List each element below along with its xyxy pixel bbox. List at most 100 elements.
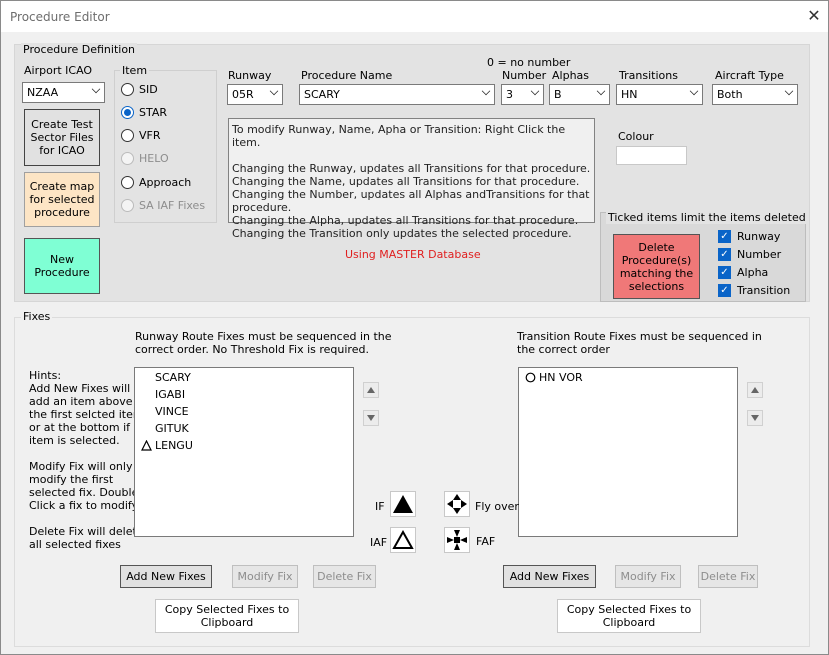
runway-copy-fixes-button[interactable]: Copy Selected Fixes to Clipboard xyxy=(155,599,299,633)
fix-list-item[interactable]: GITUK xyxy=(141,422,189,435)
runway-move-up-button[interactable] xyxy=(363,382,379,398)
item-radio-sid[interactable]: SID xyxy=(121,83,158,96)
hint-line: item is selected. xyxy=(29,434,120,447)
fix-name: LENGU xyxy=(155,439,193,452)
runway-combo[interactable]: 05R xyxy=(227,84,283,105)
item-radio-sa-iaf-fixes[interactable]: SA IAF Fixes xyxy=(121,199,205,212)
chevron-down-icon xyxy=(596,86,606,96)
hint-line: modify the first xyxy=(29,473,114,486)
new-procedure-button[interactable]: New Procedure xyxy=(24,238,100,294)
legend-iaf-label: IAF xyxy=(370,536,388,549)
fixes-group-title: Fixes xyxy=(21,310,53,323)
checkbox-checked-icon: ✓ xyxy=(718,248,731,261)
hints-text: Hints: Add New Fixes will add an item abov… xyxy=(29,369,147,551)
delete-procedure-button[interactable]: Delete Procedure(s) matching the selecti… xyxy=(613,234,700,299)
radio-dot-icon xyxy=(121,199,134,212)
delete-check-number[interactable]: ✓ Number xyxy=(718,248,781,261)
radio-dot-icon xyxy=(121,83,134,96)
window-body: Procedure Definition Airport ICAO NZAA C… xyxy=(0,32,829,655)
aircraft-type-combo[interactable]: Both xyxy=(712,84,798,105)
hint-line: Click a fix to modify. xyxy=(29,499,141,512)
number-label: Number xyxy=(502,69,547,82)
hint-line: Modify Fix will only xyxy=(29,460,133,473)
airport-value: NZAA xyxy=(27,86,59,99)
hint-line: Delete Fix will delete xyxy=(29,525,144,538)
airport-combo[interactable]: NZAA xyxy=(22,82,105,103)
arrow-up-icon xyxy=(751,387,759,393)
hint-line xyxy=(29,447,147,460)
transition-copy-fixes-button[interactable]: Copy Selected Fixes to Clipboard xyxy=(557,599,701,633)
aircraft-type-value: Both xyxy=(717,88,743,101)
fix-list-item[interactable]: SCARY xyxy=(141,371,191,384)
fix-name: GITUK xyxy=(155,422,189,435)
iaf-triangle-icon xyxy=(141,439,154,452)
runway-fixes-header-2: correct order. No Threshold Fix is requi… xyxy=(135,343,369,356)
info-line: Changing the Name, updates all Transitio… xyxy=(232,175,580,188)
aircraft-type-label: Aircraft Type xyxy=(715,69,784,82)
procedure-name-value: SCARY xyxy=(304,88,340,101)
item-radio-label: SID xyxy=(139,83,158,96)
fix-list-item[interactable]: VINCE xyxy=(141,405,189,418)
transition-fixes-list[interactable]: HN VOR xyxy=(518,367,738,537)
info-line: Changing the Runway, updates all Transit… xyxy=(232,162,591,175)
info-lines: To modify Runway, Name, Apha or Transiti… xyxy=(232,123,591,240)
number-combo[interactable]: 3 xyxy=(501,84,544,105)
checkbox-checked-icon: ✓ xyxy=(718,266,731,279)
radio-dot-icon xyxy=(121,152,134,165)
transitions-label: Transitions xyxy=(619,69,678,82)
create-test-sector-label: Create Test Sector Files for ICAO xyxy=(30,118,94,157)
colour-swatch[interactable] xyxy=(616,146,687,165)
info-line: Changing the Transition only updates the… xyxy=(232,227,572,240)
hint-line: or at the bottom if no xyxy=(29,421,148,434)
runway-add-fixes-button[interactable]: Add New Fixes xyxy=(120,565,212,588)
iaf-icon xyxy=(390,527,416,553)
item-radio-approach[interactable]: Approach xyxy=(121,176,191,189)
transition-move-up-button[interactable] xyxy=(747,382,763,398)
info-textbox[interactable]: To modify Runway, Name, Apha or Transiti… xyxy=(228,118,595,240)
runway-modify-fix-button[interactable]: Modify Fix xyxy=(232,565,298,588)
info-line: Changing the Number, updates all Alphas … xyxy=(232,188,590,214)
delete-check-label: Transition xyxy=(737,284,791,297)
runway-fixes-list[interactable]: SCARY IGABI VINCE GITUK LENGU xyxy=(134,367,354,537)
transition-fixes-header-2: the correct order xyxy=(517,343,610,356)
chevron-down-icon xyxy=(784,86,794,96)
arrow-down-icon xyxy=(751,415,759,421)
delete-check-runway[interactable]: ✓ Runway xyxy=(718,230,780,243)
delete-check-label: Runway xyxy=(737,230,781,243)
modify-fix-label: Modify Fix xyxy=(237,570,293,583)
transition-modify-fix-button[interactable]: Modify Fix xyxy=(615,565,681,588)
database-status: Using MASTER Database xyxy=(345,248,481,261)
item-radio-helo[interactable]: HELO xyxy=(121,152,169,165)
close-button[interactable]: ✕ xyxy=(802,4,826,28)
item-radio-vfr[interactable]: VFR xyxy=(121,129,161,142)
transition-add-fixes-button[interactable]: Add New Fixes xyxy=(503,565,596,588)
fix-name: VINCE xyxy=(155,405,189,418)
runway-fixes-header-1: Runway Route Fixes must be sequenced in … xyxy=(135,330,392,343)
copy-fixes-label: Copy Selected Fixes to Clipboard xyxy=(566,603,692,629)
runway-move-down-button[interactable] xyxy=(363,410,379,426)
create-map-button[interactable]: Create map for selected procedure xyxy=(24,172,100,227)
number-value: 3 xyxy=(506,88,513,101)
hint-line: Add New Fixes will xyxy=(29,382,131,395)
number-note: 0 = no number xyxy=(487,56,571,69)
legend-if-label: IF xyxy=(375,500,385,513)
alphas-combo[interactable]: B xyxy=(549,84,610,105)
blank-icon xyxy=(141,406,154,418)
fix-list-item[interactable]: IGABI xyxy=(141,388,185,401)
delete-check-alpha[interactable]: ✓ Alpha xyxy=(718,266,768,279)
item-radio-label: VFR xyxy=(139,129,161,142)
item-radio-label: Approach xyxy=(139,176,192,189)
create-test-sector-button[interactable]: Create Test Sector Files for ICAO xyxy=(24,109,100,166)
procedure-name-combo[interactable]: SCARY xyxy=(299,84,495,105)
runway-delete-fix-button[interactable]: Delete Fix xyxy=(313,565,376,588)
fix-list-item[interactable]: LENGU xyxy=(141,439,193,452)
hint-line: Hints: xyxy=(29,369,62,382)
item-radio-star[interactable]: STAR xyxy=(121,106,167,119)
transition-delete-fix-button[interactable]: Delete Fix xyxy=(698,565,758,588)
transitions-combo[interactable]: HN xyxy=(616,84,703,105)
transition-move-down-button[interactable] xyxy=(747,410,763,426)
delete-check-transition[interactable]: ✓ Transition xyxy=(718,284,790,297)
fix-list-item[interactable]: HN VOR xyxy=(525,371,583,384)
delete-procedure-label: Delete Procedure(s) matching the selecti… xyxy=(619,240,694,293)
hint-line xyxy=(29,512,147,525)
